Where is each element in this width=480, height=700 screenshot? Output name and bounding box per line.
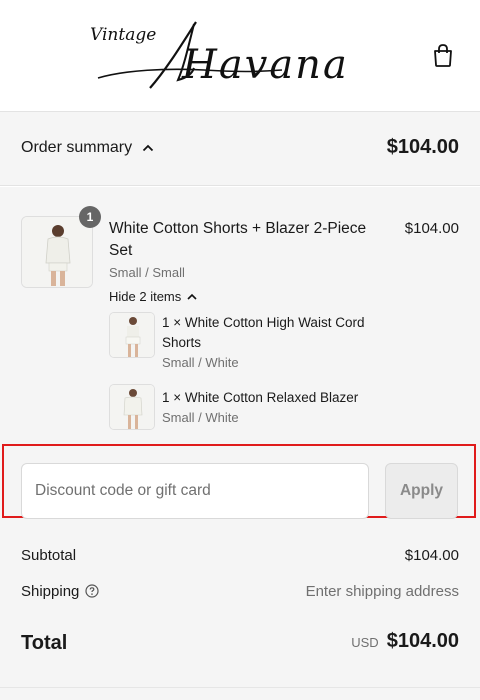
total-label: Total <box>21 632 68 654</box>
order-summary-bar: Order summary $104.00 <box>0 112 480 186</box>
currency-code: USD <box>351 635 379 650</box>
discount-code-input[interactable] <box>21 463 369 519</box>
component-name: 1 × White Cotton Relaxed Blazer <box>162 390 359 405</box>
component-variant: Small / White <box>162 355 239 370</box>
site-header: Vintage Havana <box>0 0 480 112</box>
question-circle-icon[interactable] <box>85 584 99 598</box>
brand-logo-artwork: Vintage Havana <box>90 21 349 89</box>
component-thumbnail <box>109 312 155 358</box>
divider <box>0 687 480 688</box>
component-variant: Small / White <box>162 410 239 425</box>
product-price: $104.00 <box>404 220 459 237</box>
shipping-row-label: Shipping <box>21 583 99 600</box>
order-summary-toggle[interactable]: Order summary <box>21 139 154 157</box>
total-amount: $104.00 <box>386 630 459 652</box>
product-title: White Cotton Shorts + Blazer 2-Piece Set <box>109 220 367 259</box>
shipping-value: Enter shipping address <box>305 583 459 600</box>
shopping-bag-icon[interactable] <box>432 42 454 68</box>
order-summary-total: $104.00 <box>386 136 459 158</box>
brand-logo[interactable]: Vintage Havana <box>86 14 396 98</box>
logo-large-text: Havana <box>181 42 349 88</box>
logo-small-text: Vintage <box>90 25 156 45</box>
product-variant: Small / Small <box>109 265 185 280</box>
total-value-group: USD $104.00 <box>351 630 459 653</box>
hide-items-toggle[interactable]: Hide 2 items <box>109 289 197 304</box>
apply-discount-button[interactable]: Apply <box>385 463 458 519</box>
subtotal-label: Subtotal <box>21 547 77 564</box>
order-summary-label: Order summary <box>21 139 133 156</box>
subtotal-value: $104.00 <box>404 547 459 564</box>
shipping-label: Shipping <box>21 583 80 600</box>
quantity-badge: 1 <box>79 206 101 228</box>
component-name: 1 × White Cotton High Waist Cord Shorts <box>162 315 365 350</box>
product-thumbnail <box>21 216 93 288</box>
chevron-up-icon <box>187 293 197 300</box>
order-summary-panel: 1 White Cotton Shorts + Blazer 2-Piece S… <box>0 187 480 700</box>
chevron-up-icon <box>142 144 154 152</box>
hide-items-label: Hide 2 items <box>109 289 182 304</box>
component-thumbnail <box>109 384 155 430</box>
